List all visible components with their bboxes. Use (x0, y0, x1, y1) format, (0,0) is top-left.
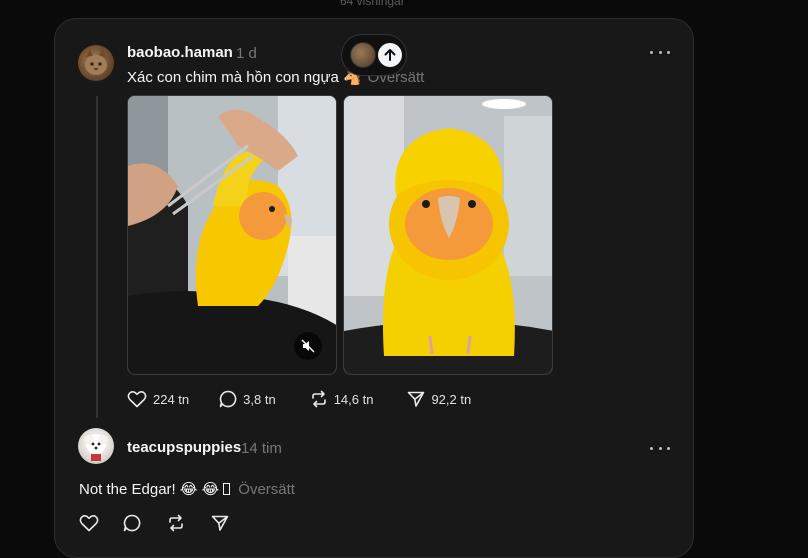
reply-avatar[interactable] (78, 428, 114, 464)
view-count-hint: 64 visningar (340, 0, 405, 8)
post-body: Xác con chim mà hồn con ngựa 🐴 (127, 69, 362, 86)
repost-icon (311, 390, 326, 408)
reply-text: Not the Edgar! 😂 😂 Översätt (79, 480, 295, 498)
send-icon (211, 515, 229, 531)
comment-icon (219, 390, 237, 408)
repost-button[interactable] (167, 514, 185, 532)
post-video[interactable] (127, 95, 337, 375)
share-button[interactable] (211, 514, 229, 532)
thread-line (96, 96, 98, 418)
more-options-icon[interactable] (650, 47, 670, 57)
reply-time[interactable]: 14 tim (241, 440, 282, 457)
like-button[interactable]: 224 tn (127, 390, 189, 408)
post-image[interactable] (343, 95, 553, 375)
reply-translate-link[interactable]: Översätt (238, 481, 295, 498)
reply-button[interactable]: 3,8 tn (219, 390, 276, 408)
like-count: 224 tn (153, 391, 190, 407)
post-username[interactable]: baobao.haman (127, 44, 233, 61)
heart-icon (79, 514, 99, 532)
more-options-icon[interactable] (650, 443, 670, 453)
share-button[interactable]: 92,2 tn (407, 390, 471, 408)
repost-icon (169, 514, 183, 532)
comment-icon (123, 514, 141, 532)
mute-icon[interactable] (294, 332, 322, 360)
post-actions: 224 tn 3,8 tn 14,6 tn 92,2 tn (127, 390, 471, 408)
missing-glyph-icon (223, 483, 231, 495)
pill-avatar (350, 42, 376, 68)
like-button[interactable] (79, 514, 99, 532)
new-posts-pill[interactable] (341, 34, 407, 76)
reply-actions (79, 514, 229, 532)
heart-icon (127, 390, 147, 408)
share-count: 92,2 tn (431, 391, 472, 407)
send-icon (408, 391, 425, 407)
arrow-up-icon (378, 43, 402, 67)
repost-count: 14,6 tn (333, 391, 374, 407)
reply-count: 3,8 tn (243, 391, 276, 407)
post-time[interactable]: 1 d (236, 45, 257, 62)
avatar[interactable] (78, 45, 114, 81)
repost-button[interactable]: 14,6 tn (310, 390, 374, 408)
reply-body: Not the Edgar! 😂 😂 (79, 481, 224, 498)
reply-username[interactable]: teacupspuppies (127, 439, 241, 456)
reply-button[interactable] (123, 514, 141, 532)
